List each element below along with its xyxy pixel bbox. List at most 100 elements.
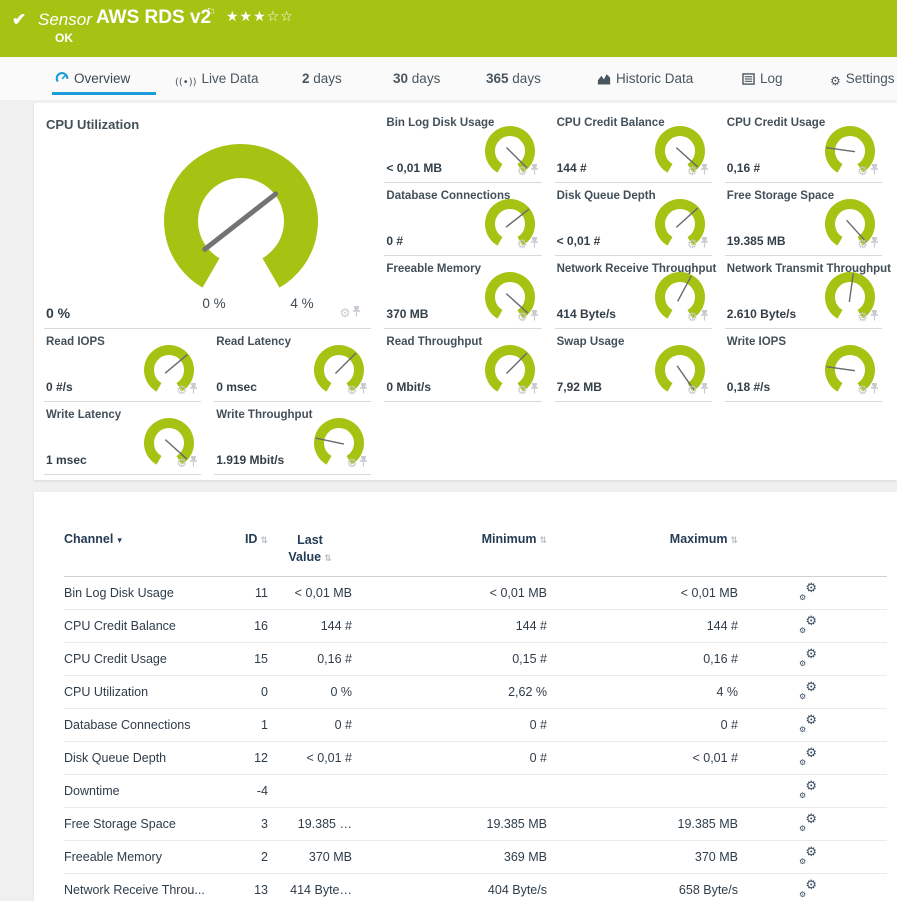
channel-settings-icon[interactable]: ⚙⚙ <box>799 649 817 665</box>
tab-live-data-label: Live Data <box>202 71 259 86</box>
gauge-pin-icon[interactable] <box>530 164 539 178</box>
gauge-pin-icon[interactable] <box>700 310 709 324</box>
gauge-settings-icon[interactable]: ⚙ <box>857 239 868 250</box>
channel-name[interactable]: Database Connections <box>64 718 214 732</box>
gauge-settings-icon[interactable]: ⚙ <box>517 239 528 250</box>
channel-settings-icon[interactable]: ⚙⚙ <box>799 748 817 764</box>
gauge-pin-icon[interactable] <box>359 456 368 470</box>
channel-settings-icon[interactable]: ⚙⚙ <box>799 781 817 797</box>
gauge-value: 414 Byte/s <box>557 307 616 321</box>
channel-name[interactable]: Bin Log Disk Usage <box>64 586 214 600</box>
gauge-pin-icon[interactable] <box>189 383 198 397</box>
gauge-pin-icon[interactable] <box>359 383 368 397</box>
tab-30-days[interactable]: 30 days <box>393 71 440 86</box>
table-row: CPU Credit Balance 16 144 # 144 # 144 # … <box>64 610 887 643</box>
gauge-pin-icon[interactable] <box>870 164 879 178</box>
gauge-pin-icon[interactable] <box>700 237 709 251</box>
channel-table-panel: Channel▾ ID⇅ Last Value⇅ Minimum⇅ Maximu… <box>34 492 897 901</box>
channel-name[interactable]: CPU Utilization <box>64 685 214 699</box>
channel-name[interactable]: CPU Credit Balance <box>64 619 214 633</box>
gauge-settings-icon[interactable]: ⚙ <box>517 166 528 177</box>
column-header-id[interactable]: ID⇅ <box>214 532 268 546</box>
gauge-pin-icon[interactable] <box>189 456 198 470</box>
gauge-tile: Read Throughput 0 Mbit/s ⚙ <box>384 329 541 402</box>
channel-maximum: 144 # <box>547 619 738 633</box>
sort-icon: ⇅ <box>730 536 738 546</box>
gauge-title: CPU Utilization <box>46 117 139 132</box>
gauge-pin-icon[interactable] <box>530 310 539 324</box>
table-row: Free Storage Space 3 19.385 … 19.385 MB … <box>64 808 887 841</box>
channel-last-value: 414 Byte… <box>268 883 352 897</box>
gauge-settings-icon[interactable]: ⚙ <box>857 166 868 177</box>
column-header-last-value[interactable]: Last Value⇅ <box>268 532 352 566</box>
gauge-settings-icon[interactable]: ⚙ <box>517 385 528 396</box>
tab-bar: Overview ((•))Live Data 2 days 30 days 3… <box>0 57 897 100</box>
gauge-pin-icon[interactable] <box>700 383 709 397</box>
gauge-settings-icon[interactable]: ⚙ <box>687 166 698 177</box>
channel-settings-icon[interactable]: ⚙⚙ <box>799 847 817 863</box>
tab-365-days-label: days <box>512 71 541 86</box>
gauge-settings-icon[interactable]: ⚙ <box>347 385 358 396</box>
gauge-tile: Network Transmit Throughput 2.610 Byte/s… <box>725 256 882 329</box>
tab-30-days-number: 30 <box>393 71 408 86</box>
gauge-settings-icon[interactable]: ⚙ <box>687 239 698 250</box>
channel-settings-icon[interactable]: ⚙⚙ <box>799 682 817 698</box>
gauge-value: 19.385 MB <box>727 234 786 248</box>
gauge-settings-icon[interactable]: ⚙ <box>687 385 698 396</box>
channel-name[interactable]: CPU Credit Usage <box>64 652 214 666</box>
gauge-tile-cpu-utilization: CPU Utilization 0 % 4 % 0 % ⚙ <box>44 110 371 329</box>
gauge-settings-icon[interactable]: ⚙ <box>347 458 358 469</box>
column-header-minimum[interactable]: Minimum⇅ <box>352 532 547 546</box>
gauge-settings-icon[interactable]: ⚙ <box>857 385 868 396</box>
tab-log[interactable]: Log <box>742 71 783 89</box>
tab-overview[interactable]: Overview <box>55 71 130 89</box>
flag-icon[interactable]: ⚐ <box>206 6 216 19</box>
cpu-utilization-gauge <box>146 126 336 301</box>
channel-minimum: 0 # <box>352 751 547 765</box>
overview-grid: CPU Utilization 0 % 4 % 0 % ⚙ Bin Log Di… <box>44 110 895 475</box>
tab-live-data[interactable]: ((•))Live Data <box>175 71 259 88</box>
gauge-settings-icon[interactable]: ⚙ <box>176 385 187 396</box>
tab-365-days[interactable]: 365 days <box>486 71 541 86</box>
channel-name[interactable]: Disk Queue Depth <box>64 751 214 765</box>
gauge-title: Disk Queue Depth <box>557 190 656 202</box>
channel-name[interactable]: Freeable Memory <box>64 850 214 864</box>
channel-name[interactable]: Network Receive Throu... <box>64 883 214 897</box>
channel-settings-icon[interactable]: ⚙⚙ <box>799 814 817 830</box>
gauge-pin-icon[interactable] <box>870 310 879 324</box>
tab-historic-data[interactable]: Historic Data <box>597 71 693 89</box>
sort-icon: ⇅ <box>324 554 332 564</box>
tab-2-days[interactable]: 2 days <box>302 71 342 86</box>
gauge-value: 0 msec <box>216 380 257 394</box>
column-header-maximum[interactable]: Maximum⇅ <box>547 532 738 546</box>
gauge-pin-icon[interactable] <box>870 383 879 397</box>
gauge-pin-icon[interactable] <box>530 383 539 397</box>
channel-name[interactable]: Downtime <box>64 784 214 798</box>
gauge-settings-icon[interactable]: ⚙ <box>517 312 528 323</box>
tab-2-days-number: 2 <box>302 71 310 86</box>
gauge-settings-icon[interactable]: ⚙ <box>340 308 351 319</box>
channel-settings-icon[interactable]: ⚙⚙ <box>799 715 817 731</box>
channel-id: 0 <box>214 685 268 699</box>
column-header-channel[interactable]: Channel▾ <box>64 532 214 546</box>
gauge-settings-icon[interactable]: ⚙ <box>687 312 698 323</box>
gauge-title: CPU Credit Balance <box>557 117 665 129</box>
gauge-pin-icon[interactable] <box>870 237 879 251</box>
channel-settings-icon[interactable]: ⚙⚙ <box>799 583 817 599</box>
tab-overview-label: Overview <box>74 71 130 86</box>
tab-30-days-label: days <box>412 71 441 86</box>
table-row: CPU Utilization 0 0 % 2,62 % 4 % ⚙⚙ <box>64 676 887 709</box>
gauge-value: < 0,01 MB <box>386 161 442 175</box>
channel-id: 11 <box>214 586 268 600</box>
channel-settings-icon[interactable]: ⚙⚙ <box>799 616 817 632</box>
channel-settings-icon[interactable]: ⚙⚙ <box>799 880 817 896</box>
gauge-pin-icon[interactable] <box>352 306 361 320</box>
gauge-pin-icon[interactable] <box>530 237 539 251</box>
tab-settings[interactable]: ⚙Settings <box>830 71 895 88</box>
gauge-settings-icon[interactable]: ⚙ <box>176 458 187 469</box>
gauge-pin-icon[interactable] <box>700 164 709 178</box>
gauge-settings-icon[interactable]: ⚙ <box>857 312 868 323</box>
rating-stars[interactable]: ★★★☆☆ <box>226 9 294 25</box>
gauge-value: 0,18 #/s <box>727 380 770 394</box>
channel-name[interactable]: Free Storage Space <box>64 817 214 831</box>
